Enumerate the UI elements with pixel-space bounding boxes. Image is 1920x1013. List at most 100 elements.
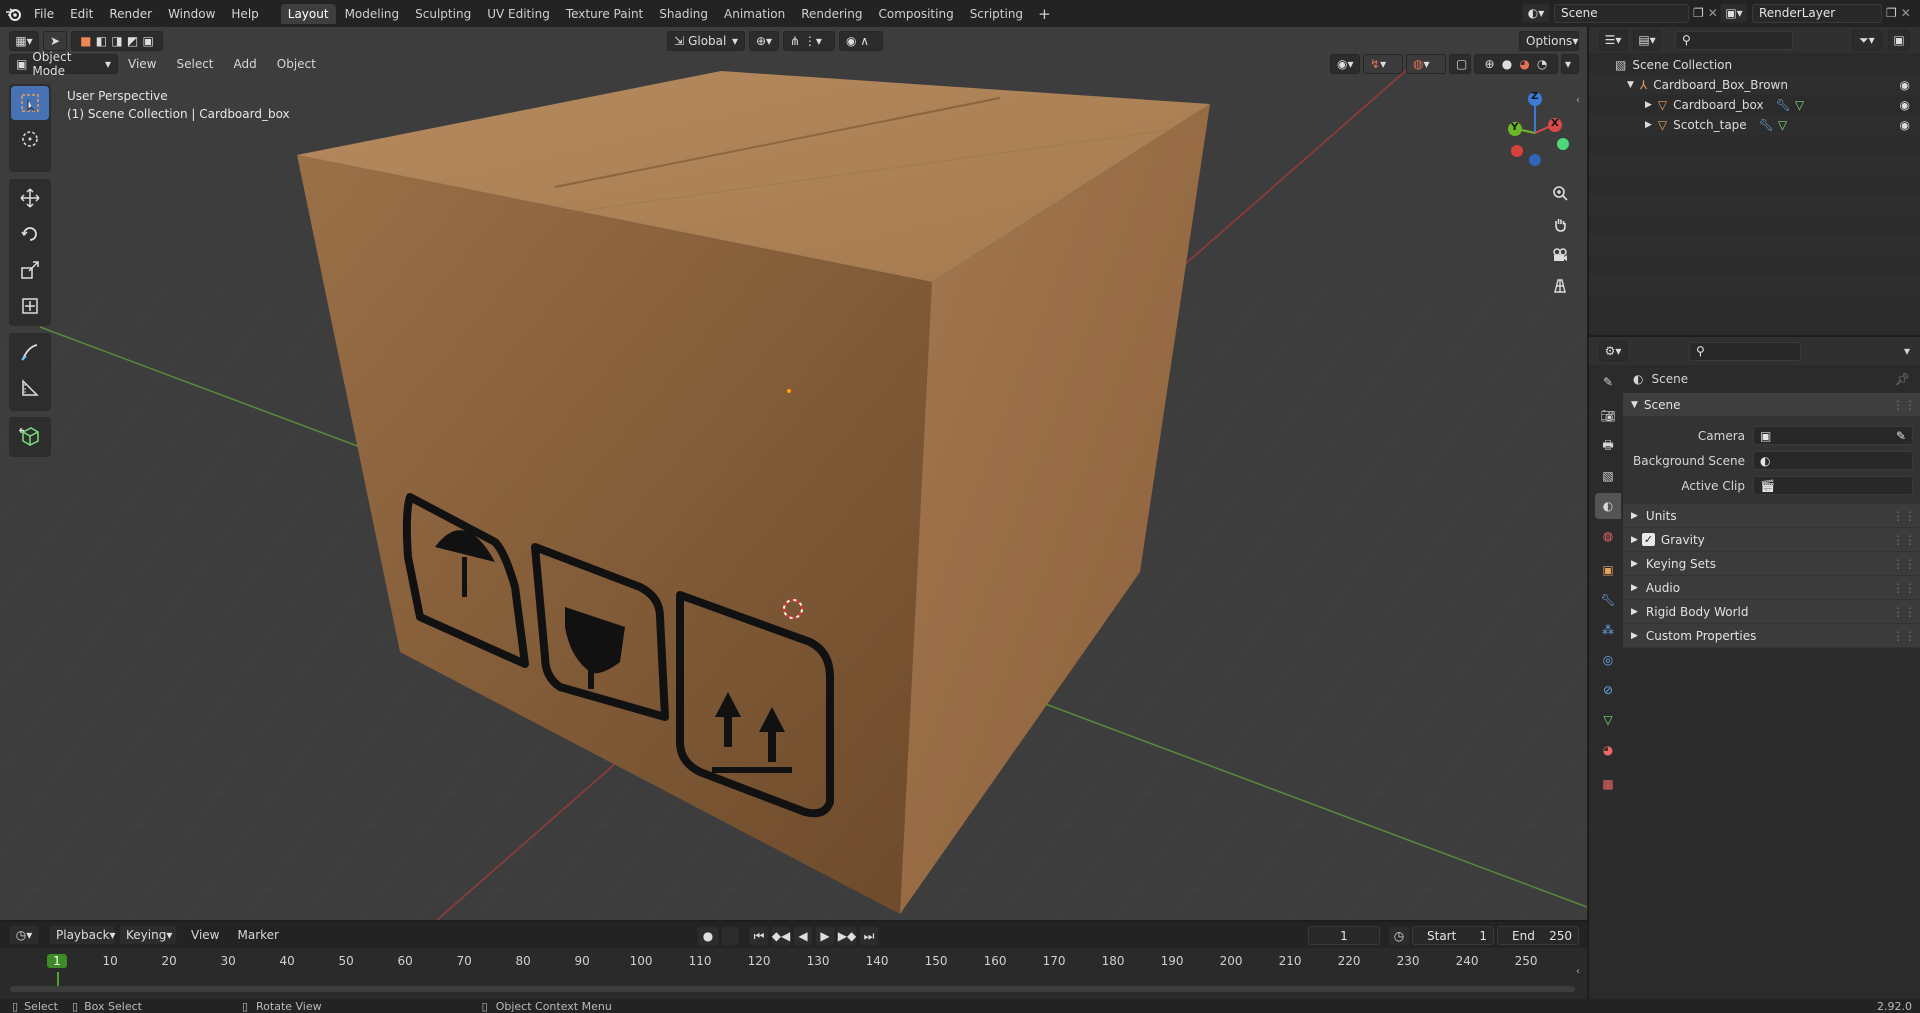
render-tab-icon[interactable]: 📷︎ (1595, 403, 1621, 429)
menu-help[interactable]: Help (223, 7, 266, 21)
blender-logo-icon[interactable] (0, 0, 26, 27)
current-frame-field[interactable]: 1 (1308, 926, 1380, 945)
mode-subtract-icon[interactable]: ◨ (111, 34, 122, 48)
units-section[interactable]: ▶ Units ⋮⋮ (1623, 504, 1920, 528)
tab-animation[interactable]: Animation (717, 4, 792, 24)
select-tool-icon[interactable]: ➤ (43, 31, 67, 51)
viewport-menu-view[interactable]: View (118, 57, 166, 71)
gravity-section[interactable]: ▶ ✓ Gravity ⋮⋮ (1623, 528, 1920, 552)
menu-window[interactable]: Window (160, 7, 223, 21)
mode-intersect-icon[interactable]: ▣ (143, 34, 154, 48)
tab-shading[interactable]: Shading (652, 4, 715, 24)
expand-icon[interactable]: ▼ (1627, 80, 1634, 90)
shading-mode-icons[interactable]: ⊕ ● ◕ ◔ (1474, 54, 1558, 74)
proportional-edit-icon[interactable]: ◉ ∧ (839, 31, 883, 51)
expand-icon[interactable]: ▶ (1645, 120, 1652, 130)
add-workspace-button[interactable]: + (1032, 4, 1057, 24)
data-tab-icon[interactable]: ▽ (1595, 707, 1621, 733)
camera-view-icon[interactable] (1545, 240, 1575, 270)
gravity-checkbox[interactable]: ✓ (1641, 533, 1655, 546)
tab-compositing[interactable]: Compositing (871, 4, 960, 24)
3d-viewport[interactable]: ▦▾ ➤ ■ ◧ ◨ ◩ ▣ ⇲ Global ▾ ⊕▾ ⋔ ⋮▾ ◉ ∧ Options ▾… (0, 27, 1587, 920)
viewport-menu-add[interactable]: Add (224, 57, 267, 71)
annotate-tool-icon[interactable] (11, 335, 49, 369)
drag-handle-icon[interactable]: ⋮⋮ (1892, 605, 1916, 619)
visibility-eye-icon[interactable]: ◉ (1900, 78, 1910, 92)
auto-keying-icon[interactable] (721, 926, 739, 946)
constraints-tab-icon[interactable]: ⊘ (1595, 677, 1621, 703)
scene-panel-header[interactable]: ▼ Scene ⋮⋮ (1623, 393, 1920, 417)
timeline-menu-marker[interactable]: Marker (233, 928, 282, 942)
mode-invert-icon[interactable]: ◩ (127, 34, 138, 48)
physics-tab-icon[interactable]: ◎ (1595, 647, 1621, 673)
measure-tool-icon[interactable] (11, 371, 49, 405)
start-frame-field[interactable]: Start 1 (1412, 926, 1494, 945)
view-layer-tab-icon[interactable]: ▧ (1595, 463, 1621, 489)
editor-type-icon[interactable]: ▦▾ (9, 31, 39, 51)
shading-options-icon[interactable]: ▾ (1561, 54, 1579, 74)
properties-search-input[interactable]: ⚲ (1689, 341, 1801, 361)
outliner-item-cardboard-box[interactable]: ▶ ▽ Cardboard_box 🔧︎ ▽ ◉ (1589, 95, 1920, 115)
drag-handle-icon[interactable]: ⋮⋮ (1892, 533, 1916, 547)
add-cube-tool-icon[interactable] (11, 419, 49, 453)
play-reverse-icon[interactable]: ◀ (793, 926, 813, 946)
render-layer-icon[interactable]: ▣▾ (1720, 3, 1748, 23)
rigid-body-world-section[interactable]: ▶ Rigid Body World ⋮⋮ (1623, 600, 1920, 624)
scene-name-field[interactable]: Scene (1554, 3, 1689, 23)
drag-handle-icon[interactable]: ⋮⋮ (1892, 557, 1916, 571)
outliner-item-scotch-tape[interactable]: ▶ ▽ Scotch_tape 🔧︎ ▽ ◉ (1589, 115, 1920, 135)
timeline-scrollbar[interactable] (10, 986, 1575, 992)
jump-prev-key-icon[interactable]: ◆◀ (771, 926, 791, 946)
sidebar-toggle-icon[interactable]: ‹ (1576, 95, 1580, 106)
new-scene-icon[interactable]: ❐ (1693, 6, 1704, 20)
solid-shading-icon[interactable]: ● (1502, 57, 1512, 71)
modifier-tab-icon[interactable]: 🔧︎ (1595, 587, 1621, 613)
viewport-menu-select[interactable]: Select (166, 57, 223, 71)
rendered-shading-icon[interactable]: ◔ (1537, 57, 1547, 71)
cursor-tool-icon[interactable] (11, 122, 49, 156)
delete-scene-icon[interactable]: ✕ (1708, 6, 1718, 20)
outliner-search-input[interactable]: ⚲ (1675, 30, 1793, 50)
viewport-menu-object[interactable]: Object (267, 57, 326, 71)
selection-mode-icons[interactable]: ■ ◧ ◨ ◩ ▣ (71, 31, 163, 51)
properties-options-icon[interactable]: ▾ (1904, 344, 1910, 358)
camera-field[interactable]: ▣ ✎ (1753, 426, 1913, 445)
output-tab-icon[interactable]: 🖶︎ (1595, 433, 1621, 459)
pivot-point-icon[interactable]: ⊕▾ (749, 31, 779, 51)
timeline-frame-area[interactable]: 1 10 20 30 40 50 60 70 80 90 100 110 120 130 140 150 160… (0, 948, 1587, 1000)
tab-modeling[interactable]: Modeling (338, 4, 407, 24)
navigation-gizmo[interactable]: Z X Y (1495, 87, 1575, 177)
outliner-editor-icon[interactable]: ☰▾ (1599, 30, 1627, 50)
snap-icon[interactable]: ⋔ ⋮▾ (783, 31, 835, 51)
audio-section[interactable]: ▶ Audio ⋮⋮ (1623, 576, 1920, 600)
rotate-tool-icon[interactable] (11, 217, 49, 251)
gizmo-toggle-icon[interactable]: ↯ ▾ (1363, 54, 1403, 74)
visibility-icon[interactable]: ◉▾ (1330, 54, 1360, 74)
properties-editor-icon[interactable]: ⚙▾ (1599, 341, 1627, 361)
options-dropdown[interactable]: Options ▾ (1519, 31, 1579, 51)
world-tab-icon[interactable]: ◍ (1595, 523, 1621, 549)
outliner-item-cardboard-box-brown[interactable]: ▼ ⅄ Cardboard_Box_Brown ◉ (1589, 75, 1920, 95)
filter-icon[interactable]: ⏷▾ (1852, 30, 1882, 50)
zoom-icon[interactable] (1545, 178, 1575, 208)
object-mode-dropdown[interactable]: ▣ Object Mode ▾ (9, 50, 118, 78)
eyedropper-icon[interactable]: ✎ (1896, 429, 1906, 443)
expand-icon[interactable]: ▶ (1645, 100, 1652, 110)
keying-sets-section[interactable]: ▶ Keying Sets ⋮⋮ (1623, 552, 1920, 576)
menu-file[interactable]: File (26, 7, 62, 21)
mode-extend-icon[interactable]: ◧ (96, 34, 107, 48)
scale-tool-icon[interactable] (11, 253, 49, 287)
menu-render[interactable]: Render (101, 7, 160, 21)
select-box-tool-icon[interactable] (11, 86, 49, 120)
drag-handle-icon[interactable]: ⋮⋮ (1892, 581, 1916, 595)
scene-tab-icon[interactable]: ◐ (1595, 493, 1621, 519)
drag-handle-icon[interactable]: ⋮⋮ (1892, 398, 1916, 412)
object-tab-icon[interactable]: ▣ (1595, 557, 1621, 583)
mode-new-icon[interactable]: ■ (80, 34, 91, 48)
particles-tab-icon[interactable]: ⁂ (1595, 617, 1621, 643)
perspective-grid-icon[interactable] (1545, 271, 1575, 301)
outliner-scene-collection[interactable]: ▧ Scene Collection (1589, 55, 1920, 75)
background-scene-field[interactable]: ◐ (1753, 451, 1913, 470)
record-icon[interactable]: ● (697, 926, 719, 946)
active-clip-field[interactable]: 🎬︎ (1753, 476, 1913, 495)
